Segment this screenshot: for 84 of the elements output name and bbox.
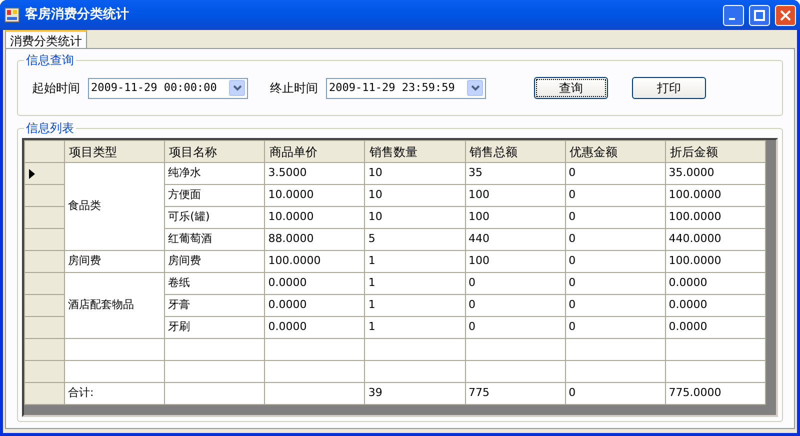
table-cell: 1 (364, 294, 466, 316)
table-cell: 10 (364, 184, 466, 206)
table-cell: 牙膏 (164, 294, 265, 316)
maximize-icon (754, 10, 765, 20)
table-cell: 100.0000 (665, 184, 766, 206)
field-label: 起始时间 (32, 80, 80, 97)
table-cell: 0 (565, 228, 666, 250)
column-header[interactable]: 优惠金额 (565, 140, 666, 162)
table-cell: 0.0000 (264, 316, 365, 338)
table-cell: 440.0000 (665, 228, 766, 250)
current-row-icon (29, 168, 35, 178)
close-button[interactable] (775, 4, 796, 26)
table-cell: 0.0000 (665, 272, 766, 294)
table-cell: 100 (465, 250, 566, 272)
group-title: 信息列表 (24, 121, 76, 135)
table-cell: 3.5000 (264, 162, 365, 184)
action-button[interactable]: 查询 (534, 77, 608, 99)
table-cell: 酒店配套物品 (64, 272, 165, 338)
dropdown-icon[interactable] (467, 80, 483, 96)
table-cell: 10.0000 (264, 206, 365, 228)
table-cell: 0 (465, 316, 566, 338)
close-icon (780, 10, 791, 20)
table-cell: 牙刷 (164, 316, 265, 338)
minimize-icon (729, 18, 735, 20)
table-cell: 440 (465, 228, 566, 250)
table-cell: 88.0000 (264, 228, 365, 250)
table-cell: 10 (364, 206, 466, 228)
table-cell: 100.0000 (665, 250, 766, 272)
window-title: 客房消费分类统计 (25, 6, 130, 24)
table-cell: 1 (364, 250, 466, 272)
date-picker[interactable]: 2009-11-29 23:59:59 (326, 78, 486, 98)
table-cell: 房间费 (64, 250, 165, 272)
table-cell: 可乐(罐) (164, 206, 265, 228)
table-cell: 0 (465, 272, 566, 294)
table-cell: 100 (465, 184, 566, 206)
table-cell: 0 (565, 316, 666, 338)
table-cell: 775.0000 (665, 382, 766, 404)
table-cell: 方便面 (164, 184, 265, 206)
table-cell: 0 (565, 272, 666, 294)
action-button[interactable]: 打印 (632, 77, 706, 99)
table-cell: 纯净水 (164, 162, 265, 184)
table-cell: 0 (565, 184, 666, 206)
table-cell: 35 (465, 162, 566, 184)
table-cell: 775 (465, 382, 566, 404)
table-cell: 0.0000 (264, 294, 365, 316)
table-cell: 10.0000 (264, 184, 365, 206)
group-title: 信息查询 (24, 53, 76, 67)
dropdown-icon[interactable] (229, 80, 245, 96)
column-header[interactable]: 销售数量 (364, 140, 466, 162)
table-cell: 35.0000 (665, 162, 766, 184)
table-cell: 0.0000 (665, 294, 766, 316)
table-cell: 0 (465, 294, 566, 316)
maximize-button[interactable] (749, 4, 770, 26)
date-picker[interactable]: 2009-11-29 00:00:00 (88, 78, 248, 98)
column-header[interactable]: 项目类型 (64, 140, 165, 162)
app-icon (4, 7, 20, 23)
column-header[interactable]: 折后金额 (665, 140, 766, 162)
table-cell: 0 (565, 250, 666, 272)
tab[interactable]: 消费分类统计 (5, 30, 87, 48)
table-cell: 0 (565, 162, 666, 184)
table-cell: 100.0000 (665, 206, 766, 228)
table-cell: 0 (565, 206, 666, 228)
table-cell: 5 (364, 228, 466, 250)
table-cell: 0 (565, 382, 666, 404)
column-header[interactable]: 商品单价 (264, 140, 365, 162)
minimize-button[interactable] (723, 4, 744, 26)
table-cell: 1 (364, 272, 466, 294)
table-cell: 1 (364, 316, 466, 338)
column-header[interactable]: 销售总额 (465, 140, 566, 162)
table-cell: 10 (364, 162, 466, 184)
table-cell: 合计: (64, 382, 165, 404)
table-cell: 房间费 (164, 250, 265, 272)
table-cell: 100 (465, 206, 566, 228)
table-cell: 食品类 (64, 162, 165, 250)
table-cell: 0 (565, 294, 666, 316)
table-cell: 0.0000 (665, 316, 766, 338)
table-cell: 卷纸 (164, 272, 265, 294)
table-cell: 红葡萄酒 (164, 228, 265, 250)
table-cell: 0.0000 (264, 272, 365, 294)
field-label: 终止时间 (270, 80, 318, 97)
column-header[interactable]: 项目名称 (164, 140, 265, 162)
table-cell: 100.0000 (264, 250, 365, 272)
table-cell: 39 (364, 382, 466, 404)
row-header[interactable] (24, 162, 65, 184)
